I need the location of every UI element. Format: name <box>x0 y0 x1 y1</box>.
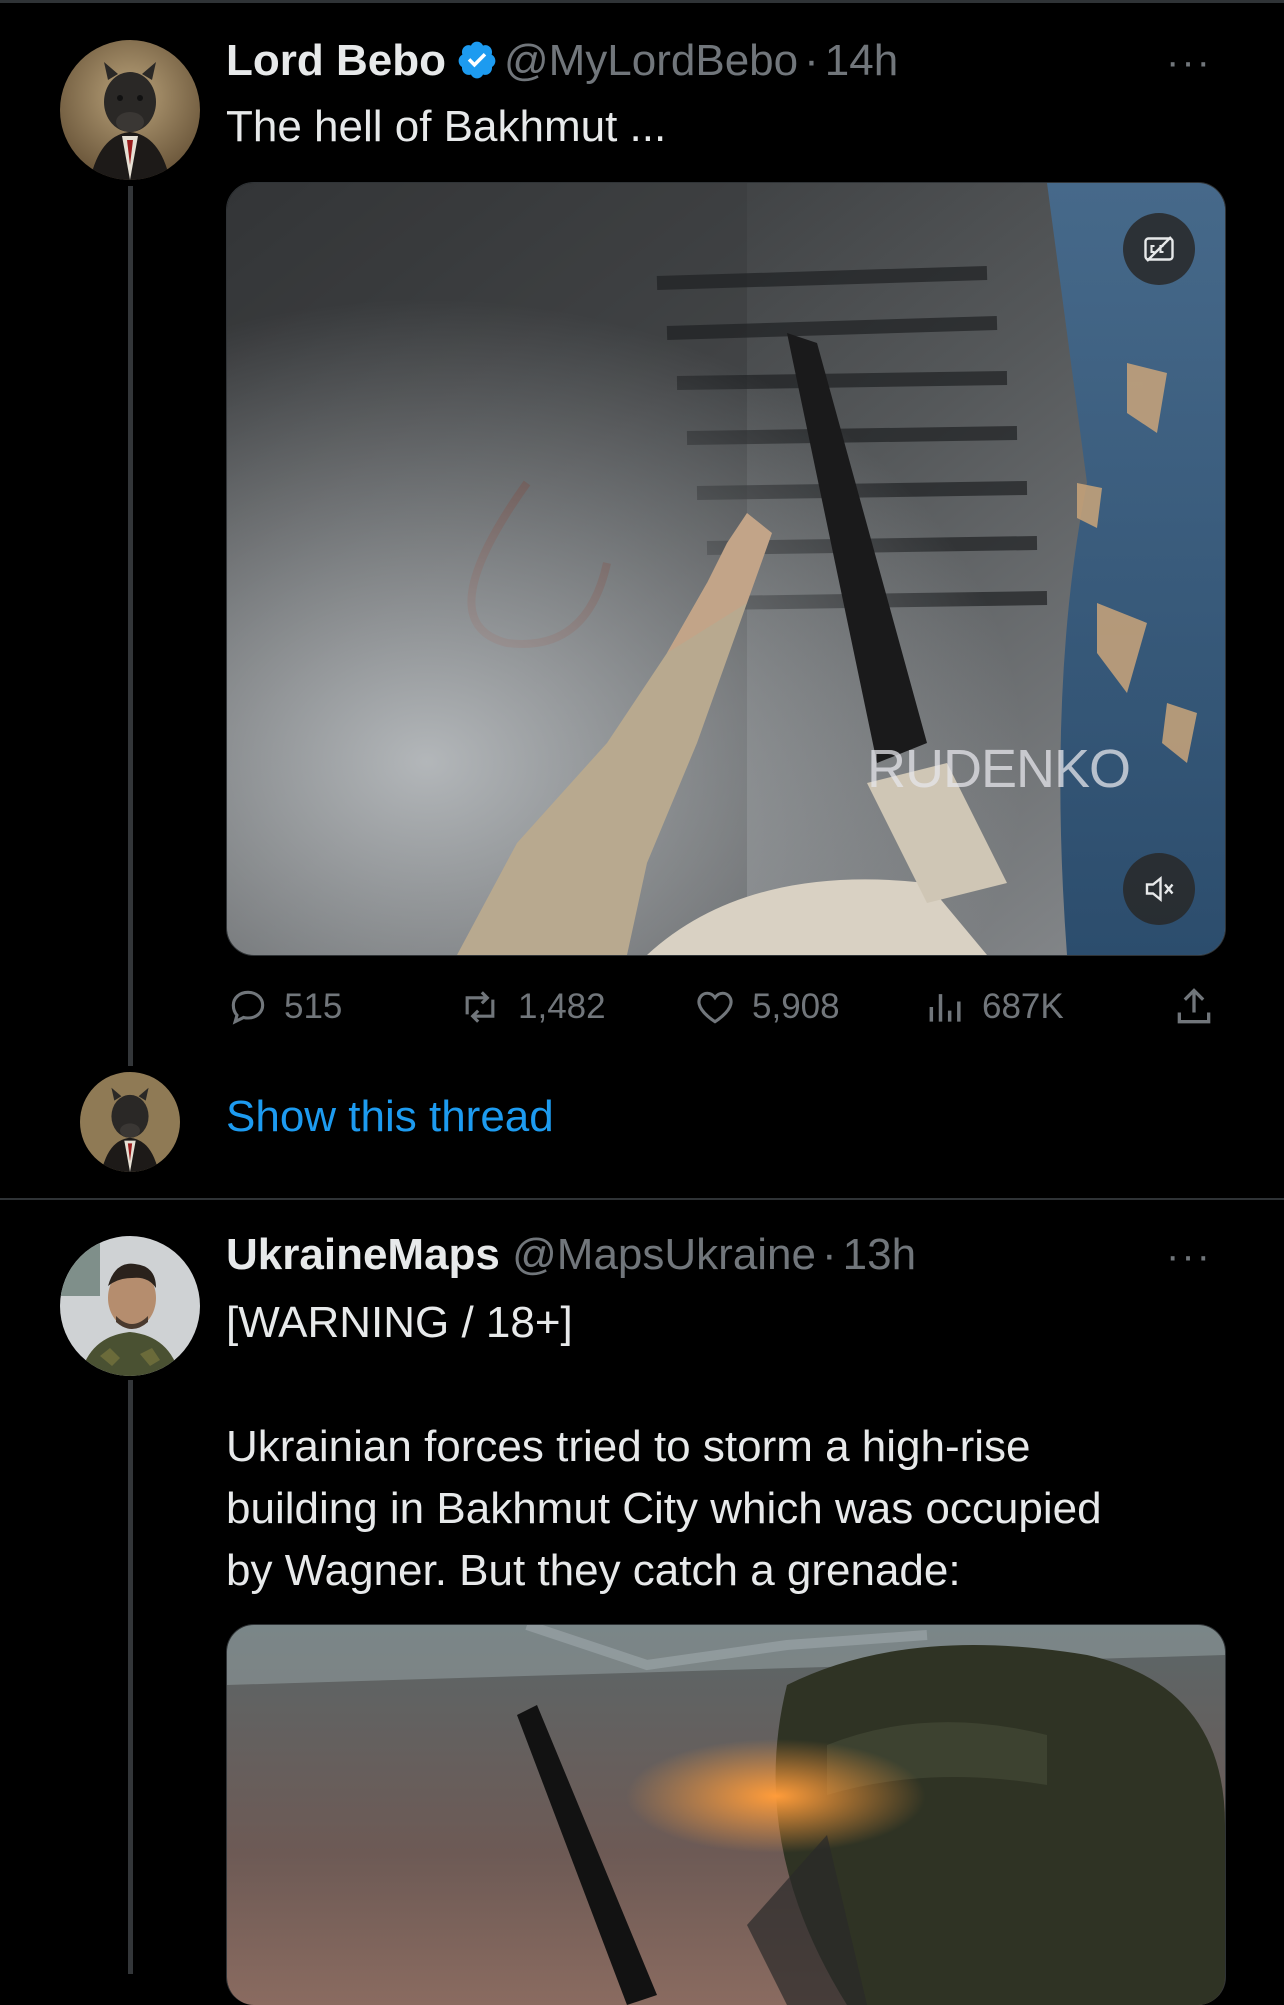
thread-line <box>128 186 133 1066</box>
verified-badge-icon <box>456 39 498 92</box>
views-button[interactable]: 687K <box>924 985 1064 1029</box>
thread-avatar-lord-bebo[interactable] <box>80 1072 180 1172</box>
more-options-button[interactable]: ··· <box>1166 1234 1212 1279</box>
text-line: [WARNING / 18+] <box>226 1298 573 1347</box>
thread-line <box>128 1380 133 1974</box>
share-button[interactable] <box>1172 985 1230 1029</box>
avatar-ukrainemaps[interactable] <box>60 1236 200 1376</box>
show-thread-link[interactable]: Show this thread <box>226 1092 554 1142</box>
separator-dot: · <box>804 36 819 85</box>
share-icon <box>1177 988 1211 1024</box>
separator-dot: · <box>822 1230 837 1279</box>
video-watermark: RUDENKO <box>867 739 1131 799</box>
retweet-count: 1,482 <box>518 987 606 1026</box>
tweet-header: Lord Bebo @MyLordBebo · 14h <box>226 36 898 92</box>
tweet-ukrainemaps[interactable]: UkraineMaps @MapsUkraine · 13h ··· [WARNIN… <box>0 1200 1284 2005</box>
retweet-button[interactable]: 1,482 <box>456 985 606 1029</box>
author-name[interactable]: Lord Bebo <box>226 36 446 85</box>
timestamp[interactable]: 13h <box>843 1230 916 1279</box>
views-icon <box>929 994 961 1022</box>
avatar-lord-bebo[interactable] <box>60 40 200 180</box>
video-frame <box>227 183 1225 955</box>
reply-icon <box>231 990 265 1025</box>
tweet-header: UkraineMaps @MapsUkraine · 13h <box>226 1230 916 1280</box>
more-options-button[interactable]: ··· <box>1166 40 1212 85</box>
tweet-text: The hell of Bakhmut ... <box>226 102 667 151</box>
text-line: by Wagner. But they catch a grenade: <box>226 1546 961 1595</box>
author-handle[interactable]: @MyLordBebo <box>504 36 798 85</box>
text-line: Ukrainian forces tried to storm a high-r… <box>226 1422 1031 1471</box>
reply-button[interactable]: 515 <box>226 985 342 1029</box>
video-player[interactable]: RUDENKO <box>226 182 1226 956</box>
mute-icon[interactable] <box>1123 853 1195 925</box>
tweet-actions: 515 1,482 5,908 687K <box>226 985 1226 1035</box>
reply-count: 515 <box>284 987 343 1026</box>
captions-icon[interactable] <box>1123 213 1195 285</box>
retweet-icon <box>465 991 495 1023</box>
timestamp[interactable]: 14h <box>825 36 898 85</box>
video-player[interactable] <box>226 1624 1226 2005</box>
tweet-lord-bebo[interactable]: Lord Bebo @MyLordBebo · 14h ··· The hell of… <box>0 0 1284 1198</box>
author-name[interactable]: UkraineMaps <box>226 1230 500 1279</box>
author-handle[interactable]: @MapsUkraine <box>512 1230 816 1279</box>
video-frame <box>227 1625 1225 2005</box>
like-button[interactable]: 5,908 <box>692 985 840 1029</box>
text-line: building in Bakhmut City which was occup… <box>226 1484 1102 1533</box>
heart-icon <box>697 991 733 1024</box>
tweet-text: [WARNING / 18+] Ukrainian forces tried t… <box>226 1292 1102 1602</box>
views-count: 687K <box>982 987 1064 1026</box>
like-count: 5,908 <box>752 987 840 1026</box>
